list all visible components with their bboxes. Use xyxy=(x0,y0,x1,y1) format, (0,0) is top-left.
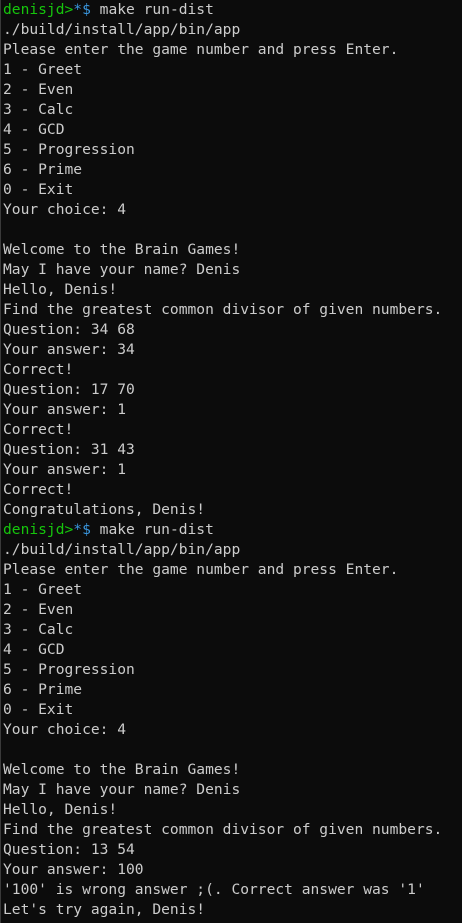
terminal-output-line: Congratulations, Denis! xyxy=(3,501,206,518)
terminal-output-line: Your choice: 4 xyxy=(3,201,127,218)
terminal-output-line: Welcome to the Brain Games! xyxy=(3,761,241,778)
terminal-output: denisjd>*$ make run-dist ./build/install/… xyxy=(3,0,462,920)
terminal-window[interactable]: denisjd>*$ make run-dist ./build/install/… xyxy=(0,0,462,923)
prompt-user: denisjd> xyxy=(3,1,74,18)
terminal-output-line: 4 - GCD xyxy=(3,121,65,138)
terminal-output-line: '100' is wrong answer ;(. Correct answer… xyxy=(3,881,425,898)
terminal-prompt-line: denisjd>*$ make run-dist xyxy=(3,0,462,20)
prompt-symbol: *$ xyxy=(73,1,91,18)
terminal-output-line: Question: 13 54 xyxy=(3,841,135,858)
terminal-output-line: Your answer: 1 xyxy=(3,461,127,478)
terminal-output-line: 4 - GCD xyxy=(3,641,65,658)
terminal-output-line: Question: 34 68 xyxy=(3,321,135,338)
terminal-output-line: 5 - Progression xyxy=(3,661,135,678)
terminal-output-line: Your choice: 4 xyxy=(3,721,127,738)
terminal-output-line: 6 - Prime xyxy=(3,161,83,178)
terminal-output-line: Let's try again, Denis! xyxy=(3,901,206,918)
terminal-output-line: 5 - Progression xyxy=(3,141,135,158)
terminal-output-line: Question: 31 43 xyxy=(3,441,135,458)
terminal-output-line: Your answer: 34 xyxy=(3,341,135,358)
terminal-output-line: Welcome to the Brain Games! xyxy=(3,241,241,258)
prompt-command: make run-dist xyxy=(90,1,214,18)
terminal-output-line: 2 - Even xyxy=(3,601,74,618)
terminal-output-line: Hello, Denis! xyxy=(3,801,118,818)
prompt-command: make run-dist xyxy=(90,521,214,538)
terminal-output-line: 3 - Calc xyxy=(3,621,74,638)
terminal-output-line: Correct! xyxy=(3,421,74,438)
prompt-symbol: *$ xyxy=(73,521,91,538)
terminal-output-line: Correct! xyxy=(3,481,74,498)
terminal-prompt-line: denisjd>*$ make run-dist xyxy=(3,520,462,540)
prompt-user: denisjd> xyxy=(3,521,74,538)
terminal-output-line: Find the greatest common divisor of give… xyxy=(3,301,443,318)
terminal-output-line: 0 - Exit xyxy=(3,701,74,718)
terminal-output-line: ./build/install/app/bin/app xyxy=(3,541,241,558)
terminal-output-line: Please enter the game number and press E… xyxy=(3,41,399,58)
terminal-output-line: 6 - Prime xyxy=(3,681,83,698)
terminal-output-line: Your answer: 1 xyxy=(3,401,127,418)
terminal-output-line: 0 - Exit xyxy=(3,181,74,198)
terminal-output-line: Find the greatest common divisor of give… xyxy=(3,821,443,838)
terminal-output-line: 1 - Greet xyxy=(3,581,83,598)
terminal-output-line: Your answer: 100 xyxy=(3,861,144,878)
terminal-output-line: Hello, Denis! xyxy=(3,281,118,298)
terminal-output-line: Correct! xyxy=(3,361,74,378)
terminal-output-line: 2 - Even xyxy=(3,81,74,98)
terminal-output-line: Please enter the game number and press E… xyxy=(3,561,399,578)
terminal-output-line: May I have your name? Denis xyxy=(3,781,241,798)
terminal-output-line: 1 - Greet xyxy=(3,61,83,78)
terminal-output-line: 3 - Calc xyxy=(3,101,74,118)
terminal-output-line: May I have your name? Denis xyxy=(3,261,241,278)
terminal-output-line: ./build/install/app/bin/app xyxy=(3,21,241,38)
window-left-border xyxy=(0,0,1,923)
terminal-output-line: Question: 17 70 xyxy=(3,381,135,398)
